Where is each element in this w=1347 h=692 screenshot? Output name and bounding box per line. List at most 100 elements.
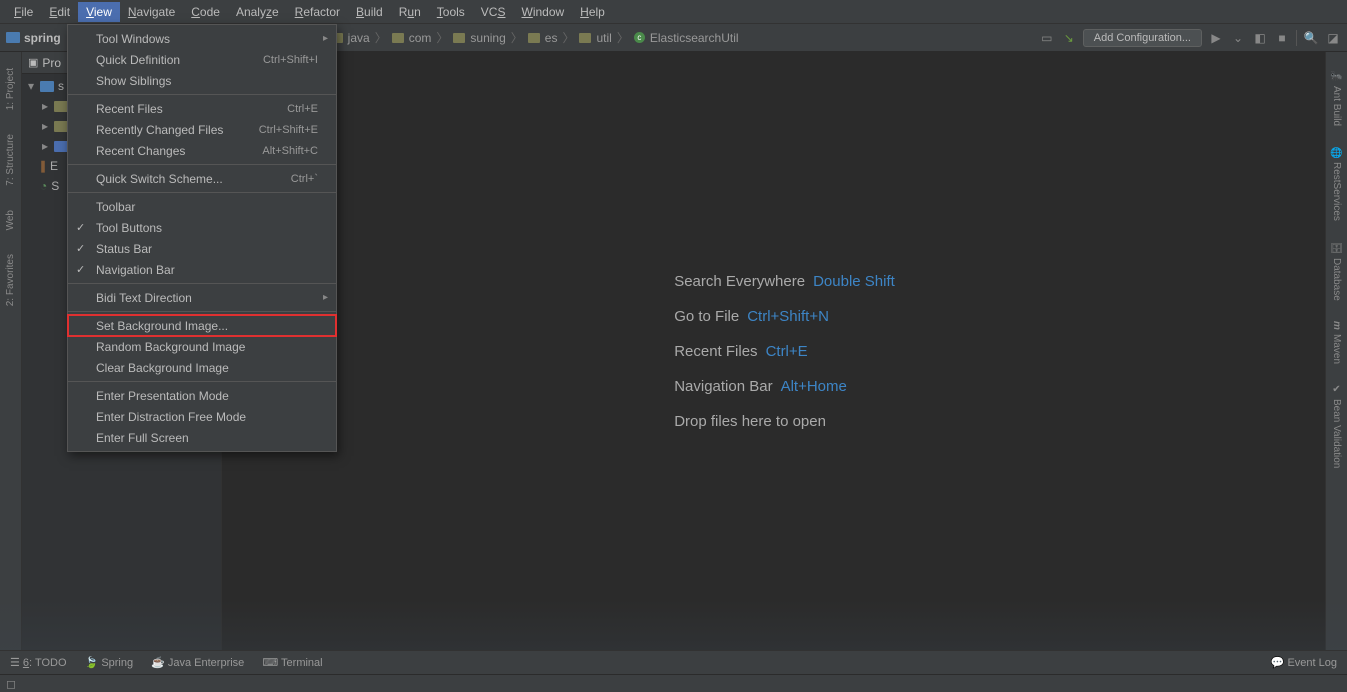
menu-window[interactable]: Window: [513, 2, 572, 22]
menu-item-recently-changed-files[interactable]: Recently Changed FilesCtrl+Shift+E: [68, 119, 336, 140]
window-icon: ▣: [28, 56, 38, 69]
tool-web[interactable]: Web: [5, 210, 16, 230]
menu-item-label: Navigation Bar: [96, 263, 175, 277]
breadcrumb-seg[interactable]: util: [596, 31, 611, 45]
tool-terminal[interactable]: ⌨ Terminal: [262, 656, 322, 669]
hammer-icon[interactable]: ↘: [1061, 30, 1077, 46]
menu-item-label: Bidi Text Direction: [96, 291, 192, 305]
breadcrumb[interactable]: java〉 com〉 suning〉 es〉 util〉 cElasticsea…: [331, 29, 739, 46]
menu-item-shortcut: Alt+Shift+C: [262, 145, 318, 157]
menu-item-navigation-bar[interactable]: Navigation Bar: [68, 259, 336, 280]
run-icon[interactable]: ▶: [1208, 30, 1224, 46]
placeholder-label: Go to File: [674, 308, 739, 325]
folder-icon: [453, 33, 465, 43]
placeholder-label: Navigation Bar: [674, 378, 772, 395]
menu-item-recent-changes[interactable]: Recent ChangesAlt+Shift+C: [68, 140, 336, 161]
placeholder-row: Search EverywhereDouble Shift: [674, 273, 895, 290]
menu-navigate[interactable]: Navigate: [120, 2, 183, 22]
search-icon[interactable]: 🔍: [1303, 30, 1319, 46]
tool-todo[interactable]: ☰ 6: TODO: [10, 656, 67, 669]
project-name-label: spring: [24, 31, 61, 45]
breadcrumb-seg[interactable]: com: [409, 31, 432, 45]
window-icon[interactable]: ◪: [1325, 30, 1341, 46]
menu-item-tool-buttons[interactable]: Tool Buttons: [68, 217, 336, 238]
menu-refactor[interactable]: Refactor: [287, 2, 348, 22]
menu-view[interactable]: View: [78, 2, 120, 22]
view-menu-dropdown: Tool Windows Quick Definition Ctrl+Shift+I…: [67, 24, 337, 452]
menu-item-label: Toolbar: [96, 200, 135, 214]
tree-item[interactable]: s: [58, 79, 64, 93]
menu-item-status-bar[interactable]: Status Bar: [68, 238, 336, 259]
menu-item-enter-distraction-free-mode[interactable]: Enter Distraction Free Mode: [68, 406, 336, 427]
debug-icon[interactable]: ⌄: [1230, 30, 1246, 46]
menu-run[interactable]: Run: [391, 2, 429, 22]
placeholder-label: Recent Files: [674, 343, 757, 360]
menu-item-recent-files[interactable]: Recent FilesCtrl+E: [68, 98, 336, 119]
menu-item-toolbar[interactable]: Toolbar: [68, 196, 336, 217]
menu-analyze[interactable]: Analyze: [228, 2, 287, 22]
menu-item-tool-windows[interactable]: Tool Windows: [68, 28, 336, 49]
menu-item-enter-full-screen[interactable]: Enter Full Screen: [68, 427, 336, 448]
menu-item-label: Quick Definition: [96, 53, 180, 67]
tool-java-ee[interactable]: ☕ Java Enterprise: [151, 656, 244, 669]
breadcrumb-seg[interactable]: java: [348, 31, 370, 45]
placeholder-row: Drop files here to open: [674, 413, 895, 430]
folder-icon: [528, 33, 540, 43]
menu-item-label: Set Background Image...: [96, 319, 228, 333]
placeholder-label: Drop files here to open: [674, 413, 826, 430]
menu-help[interactable]: Help: [572, 2, 613, 22]
status-icon[interactable]: ◻: [6, 677, 16, 691]
tool-maven[interactable]: mMaven: [1331, 321, 1342, 364]
tool-rest[interactable]: 🌐RestServices: [1331, 146, 1342, 221]
folder-icon: [392, 33, 404, 43]
menu-item-set-background-image[interactable]: Set Background Image...: [68, 315, 336, 336]
menu-file[interactable]: File: [6, 2, 41, 22]
menu-item-clear-background-image[interactable]: Clear Background Image: [68, 357, 336, 378]
tool-ant[interactable]: 🐜Ant Build: [1331, 70, 1342, 126]
placeholder-row: Navigation BarAlt+Home: [674, 378, 895, 395]
folder-icon: [6, 32, 20, 43]
tool-structure[interactable]: 7: Structure: [5, 134, 16, 186]
breadcrumb-seg[interactable]: suning: [470, 31, 505, 45]
tool-database[interactable]: 🗄Database: [1331, 241, 1342, 301]
tool-spring[interactable]: 🍃 Spring: [85, 656, 134, 669]
menu-item-quick-definition[interactable]: Quick Definition Ctrl+Shift+I: [68, 49, 336, 70]
menu-item-bidi-text-direction[interactable]: Bidi Text Direction: [68, 287, 336, 308]
menubar: File Edit View Navigate Code Analyze Ref…: [0, 0, 1347, 24]
display-icon[interactable]: ▭: [1039, 30, 1055, 46]
bottom-tool-strip: ☰ 6: TODO 🍃 Spring ☕ Java Enterprise ⌨ T…: [0, 650, 1347, 674]
editor-placeholder: Search EverywhereDouble Shift Go to File C…: [674, 255, 895, 448]
project-tool-title: Pro: [42, 56, 61, 70]
tool-favorites[interactable]: 2: Favorites: [5, 254, 16, 306]
placeholder-label: Search Everywhere: [674, 273, 805, 290]
menu-item-enter-presentation-mode[interactable]: Enter Presentation Mode: [68, 385, 336, 406]
menu-item-show-siblings[interactable]: Show Siblings: [68, 70, 336, 91]
tree-item[interactable]: S: [51, 179, 59, 193]
folder-icon: [579, 33, 591, 43]
menu-edit[interactable]: Edit: [41, 2, 78, 22]
breadcrumb-seg[interactable]: es: [545, 31, 558, 45]
menu-build[interactable]: Build: [348, 2, 391, 22]
tree-item[interactable]: E: [50, 159, 58, 173]
menu-vcs[interactable]: VCS: [473, 2, 514, 22]
menu-item-shortcut: Ctrl+E: [287, 103, 318, 115]
event-log[interactable]: 💬 Event Log: [1271, 656, 1337, 669]
menu-item-label: Status Bar: [96, 242, 152, 256]
menu-item-shortcut: Ctrl+Shift+I: [263, 54, 318, 66]
folder-icon: [54, 141, 68, 152]
stop-icon[interactable]: ■: [1274, 30, 1290, 46]
add-configuration-button[interactable]: Add Configuration...: [1083, 29, 1202, 47]
menu-item-label: Enter Presentation Mode: [96, 389, 229, 403]
tool-project[interactable]: 1: Project: [5, 68, 16, 110]
project-name[interactable]: spring: [6, 31, 61, 45]
placeholder-shortcut: Ctrl+E: [766, 343, 808, 360]
breadcrumb-seg[interactable]: ElasticsearchUtil: [650, 31, 739, 45]
menu-item-label: Show Siblings: [96, 74, 171, 88]
menu-item-random-background-image[interactable]: Random Background Image: [68, 336, 336, 357]
folder-icon: [54, 121, 68, 132]
tool-bean-validation[interactable]: ✔Bean Validation: [1331, 384, 1342, 468]
coverage-icon[interactable]: ◧: [1252, 30, 1268, 46]
menu-tools[interactable]: Tools: [429, 2, 473, 22]
menu-item-quick-switch-scheme[interactable]: Quick Switch Scheme...Ctrl+`: [68, 168, 336, 189]
menu-code[interactable]: Code: [183, 2, 228, 22]
